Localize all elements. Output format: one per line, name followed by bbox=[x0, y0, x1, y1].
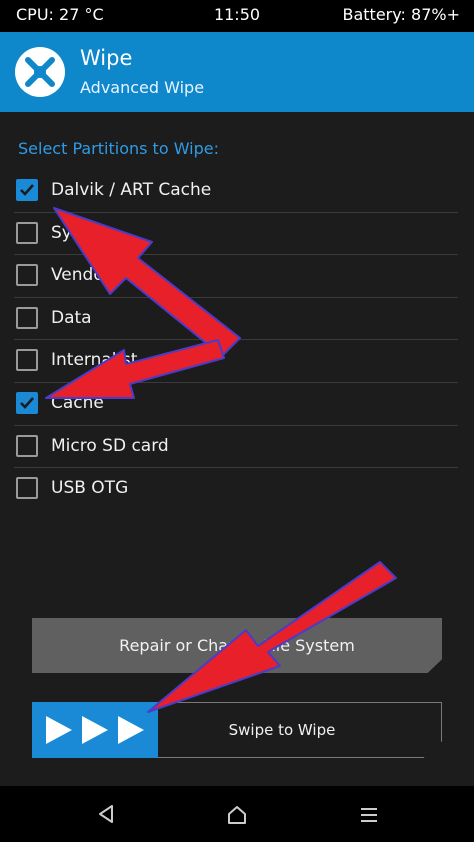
navigation-bar bbox=[0, 786, 474, 842]
partition-row-internal[interactable]: Internal st bbox=[14, 340, 458, 383]
swipe-handle[interactable] bbox=[32, 702, 158, 758]
status-bar: CPU: 27 °C 11:50 Battery: 87%+ bbox=[0, 0, 474, 32]
partition-label: Cache bbox=[51, 392, 104, 413]
partition-label: Data bbox=[51, 307, 92, 328]
partition-label: USB OTG bbox=[51, 478, 129, 499]
partition-row-vendor[interactable]: Vendor bbox=[14, 255, 458, 298]
partition-row-system[interactable]: Sys bbox=[14, 213, 458, 256]
battery-status: Battery: 87%+ bbox=[342, 5, 461, 24]
partition-label: Micro SD card bbox=[51, 435, 169, 456]
checkbox-unchecked[interactable] bbox=[16, 434, 38, 457]
home-icon[interactable] bbox=[226, 804, 248, 826]
partition-row-cache[interactable]: Cache bbox=[14, 383, 458, 426]
partition-label: Sys bbox=[51, 222, 81, 243]
back-icon[interactable] bbox=[96, 804, 116, 824]
checkbox-checked[interactable] bbox=[16, 391, 38, 414]
twrp-logo-icon bbox=[14, 46, 66, 98]
triple-arrow-icon bbox=[46, 716, 144, 744]
checkbox-unchecked[interactable] bbox=[16, 477, 38, 500]
partition-row-usb-otg[interactable]: USB OTG bbox=[14, 468, 458, 511]
checkbox-unchecked[interactable] bbox=[16, 349, 38, 372]
checkmark-icon bbox=[20, 184, 34, 196]
partition-row-dalvik[interactable]: Dalvik / ART Cache bbox=[14, 170, 458, 213]
partition-row-sdcard[interactable]: Micro SD card bbox=[14, 426, 458, 469]
partition-label: Vendor bbox=[51, 265, 111, 286]
checkbox-unchecked[interactable] bbox=[16, 306, 38, 329]
partition-label: Dalvik / ART Cache bbox=[51, 180, 212, 200]
checkbox-unchecked[interactable] bbox=[16, 221, 38, 244]
app-header: Wipe Advanced Wipe bbox=[0, 32, 474, 112]
repair-change-fs-button[interactable]: Repair or Change File System bbox=[32, 618, 442, 673]
partition-label: Internal st bbox=[51, 350, 138, 371]
page-subtitle: Advanced Wipe bbox=[80, 78, 205, 97]
page-title: Wipe bbox=[80, 46, 133, 70]
section-label: Select Partitions to Wipe: bbox=[18, 139, 219, 158]
checkbox-checked[interactable] bbox=[16, 179, 38, 201]
partition-row-data[interactable]: Data bbox=[14, 298, 458, 341]
checkbox-unchecked[interactable] bbox=[16, 264, 38, 287]
checkmark-icon bbox=[20, 397, 34, 409]
swipe-label: Swipe to Wipe bbox=[228, 721, 336, 739]
partition-list: Dalvik / ART Cache Sys Vendor Data Inter… bbox=[14, 170, 458, 511]
menu-icon[interactable] bbox=[358, 804, 380, 826]
